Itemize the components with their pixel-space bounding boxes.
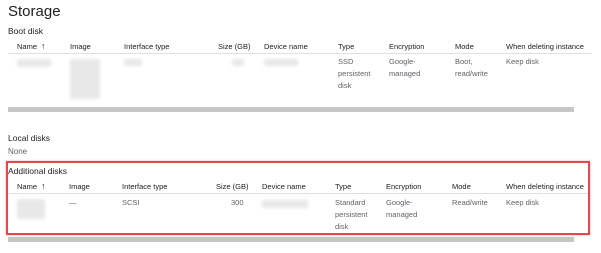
local-disks-label: Local disks xyxy=(8,133,51,143)
mode-cell: Boot, read/write xyxy=(455,57,488,78)
col-type-header: Type xyxy=(338,42,355,51)
col-device-name-header: Device name xyxy=(264,42,308,51)
col-size-header: Size (GB) xyxy=(218,42,251,51)
redacted-image xyxy=(70,59,100,99)
type-cell: SSD persistent disk xyxy=(338,57,371,90)
col-interface-type-header: Interface type xyxy=(124,42,170,51)
when-deleting-cell: Keep disk xyxy=(506,57,539,66)
highlight-box xyxy=(6,161,590,235)
page-title: Storage xyxy=(8,3,61,20)
horizontal-scrollbar[interactable] xyxy=(8,107,574,112)
arrow-up-icon[interactable]: ↑ xyxy=(41,41,46,51)
col-when-deleting-header: When deleting instance xyxy=(506,42,584,51)
local-disks-value: None xyxy=(8,147,28,156)
redacted-name xyxy=(17,59,51,67)
col-name-header[interactable]: Name ↑ xyxy=(17,41,46,51)
encryption-cell: Google- managed xyxy=(389,57,421,78)
redacted-interface-type xyxy=(124,59,142,66)
boot-disk-label: Boot disk xyxy=(8,26,43,36)
col-image-header: Image xyxy=(70,42,91,51)
redacted-device-name xyxy=(264,59,298,66)
col-encryption-header: Encryption xyxy=(389,42,425,51)
horizontal-scrollbar[interactable] xyxy=(8,237,574,242)
redacted-size xyxy=(232,59,244,66)
col-mode-header: Mode xyxy=(455,42,474,51)
header-divider xyxy=(8,53,592,54)
